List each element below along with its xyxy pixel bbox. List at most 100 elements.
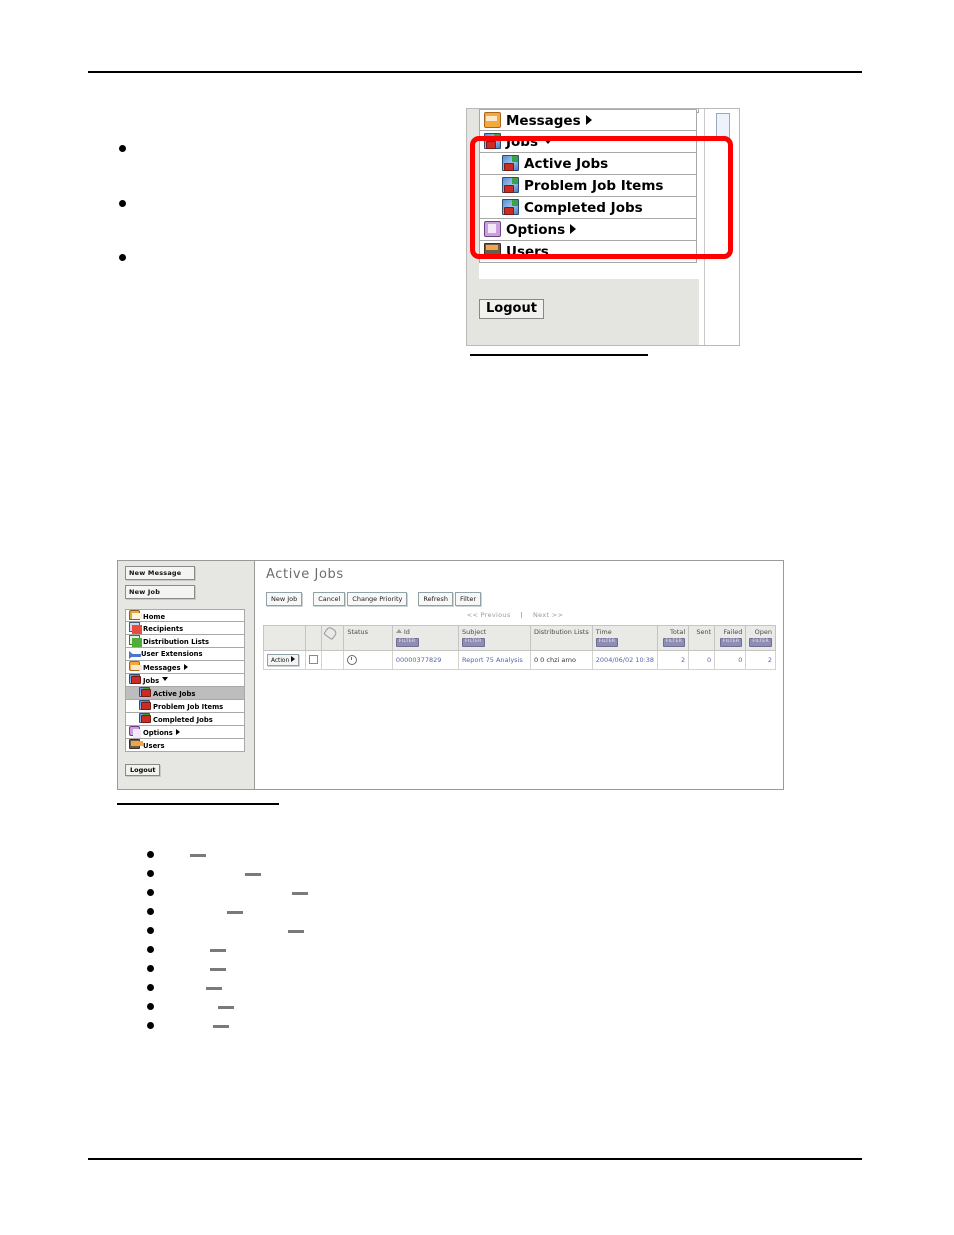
list-item-bullet bbox=[147, 927, 154, 934]
jobs-icon bbox=[139, 713, 151, 723]
sidebar-item-label: Completed Jobs bbox=[524, 200, 643, 216]
change-priority-button[interactable]: Change Priority bbox=[347, 592, 408, 606]
users-icon bbox=[484, 243, 501, 259]
options-icon bbox=[129, 726, 141, 738]
list-item-dash bbox=[210, 949, 226, 952]
action-button[interactable]: Action bbox=[267, 654, 300, 666]
sidebar-item-recipients[interactable]: Recipients bbox=[125, 622, 245, 635]
logout-button[interactable]: Logout bbox=[479, 299, 544, 319]
list-item-bullet bbox=[147, 889, 154, 896]
sidebar-item-active-jobs[interactable]: Active Jobs bbox=[125, 687, 245, 700]
filter-badge[interactable]: FILTER bbox=[749, 638, 772, 647]
list-item-bullet bbox=[119, 145, 126, 152]
chevron-right-icon bbox=[183, 664, 188, 670]
new-job-button[interactable]: New Job bbox=[266, 592, 303, 606]
row-checkbox[interactable] bbox=[309, 655, 319, 664]
list-item-dash bbox=[218, 1006, 234, 1009]
refresh-button[interactable]: Refresh bbox=[418, 592, 453, 606]
chevron-right-icon bbox=[570, 224, 577, 234]
sidebar-item-active-jobs[interactable]: Active Jobs bbox=[479, 153, 697, 175]
sidebar-item-label: Distribution Lists bbox=[143, 638, 210, 646]
filter-badge[interactable]: FILTER bbox=[595, 638, 619, 647]
list-item-dash bbox=[292, 892, 308, 895]
jobs-icon bbox=[129, 674, 141, 684]
logout-button[interactable]: Logout bbox=[125, 764, 161, 776]
filter-button[interactable]: Filter bbox=[454, 592, 482, 606]
chevron-right-icon bbox=[585, 115, 592, 125]
sidebar-item-label: Jobs bbox=[143, 677, 160, 685]
column-time[interactable]: Time FILTER bbox=[591, 625, 659, 651]
filter-badge[interactable]: FILTER bbox=[395, 638, 419, 647]
row-subject-cell[interactable]: Report 75 Analysis bbox=[458, 650, 531, 670]
column-subject[interactable]: Subject FILTER bbox=[458, 625, 531, 651]
sidebar-item-label: Active Jobs bbox=[153, 690, 196, 698]
row-sent-cell: 0 bbox=[688, 650, 716, 670]
document-page: Messages Jobs Active Jobs Problem Job It… bbox=[0, 0, 954, 1235]
sidebar-item-messages[interactable]: Messages bbox=[125, 661, 245, 674]
list-item-bullet bbox=[147, 984, 154, 991]
list-item-bullet bbox=[147, 965, 154, 972]
sidebar-item-label: Options bbox=[143, 729, 173, 737]
column-failed[interactable]: Failed FILTER bbox=[714, 625, 747, 651]
filter-badge[interactable]: FILTER bbox=[719, 638, 743, 647]
sidebar-item-label: Home bbox=[143, 613, 166, 621]
list-item-dash bbox=[206, 987, 222, 990]
sidebar-item-distribution-lists[interactable]: Distribution Lists bbox=[125, 635, 245, 648]
sidebar-item-problem-job-items[interactable]: Problem Job Items bbox=[125, 700, 245, 713]
options-icon bbox=[484, 221, 501, 237]
column-distribution-lists[interactable]: Distribution Lists bbox=[529, 625, 593, 651]
column-label: Failed bbox=[723, 628, 743, 636]
column-attachment[interactable] bbox=[321, 625, 345, 651]
sidebar-item-completed-jobs[interactable]: Completed Jobs bbox=[125, 713, 245, 726]
column-label: Status bbox=[347, 628, 369, 636]
sidebar-item-completed-jobs[interactable]: Completed Jobs bbox=[479, 197, 697, 219]
column-open[interactable]: Open FILTER bbox=[745, 625, 776, 651]
column-id[interactable]: Id FILTER bbox=[391, 625, 460, 651]
column-status[interactable]: Status bbox=[343, 625, 393, 651]
cancel-button[interactable]: Cancel bbox=[313, 592, 346, 606]
column-label: Time bbox=[595, 628, 612, 636]
sidebar-item-users[interactable]: Users bbox=[479, 241, 697, 263]
users-icon bbox=[129, 739, 143, 749]
previous-page-link[interactable]: << Previous bbox=[467, 611, 511, 619]
scrollbar-track[interactable] bbox=[704, 109, 739, 345]
sidebar-item-options[interactable]: Options bbox=[479, 219, 697, 241]
next-page-link[interactable]: Next >> bbox=[533, 611, 563, 619]
figure-jobs-menu: Messages Jobs Active Jobs Problem Job It… bbox=[466, 108, 740, 346]
row-total-cell: 2 bbox=[657, 650, 690, 670]
sidebar-item-label: Active Jobs bbox=[524, 156, 609, 172]
new-message-button[interactable]: New Message bbox=[125, 566, 195, 580]
sidebar-item-options[interactable]: Options bbox=[125, 726, 245, 739]
sidebar-item-users[interactable]: Users bbox=[125, 739, 245, 752]
figure2-content: Active Jobs New Job Cancel Change Priority… bbox=[255, 561, 783, 789]
sidebar-item-problem-job-items[interactable]: Problem Job Items bbox=[479, 175, 697, 197]
filter-badge[interactable]: FILTER bbox=[462, 638, 485, 647]
footer-rule bbox=[88, 1158, 862, 1160]
figure2-sidebar: New Message New Job Home Recipients Dist… bbox=[118, 561, 255, 789]
column-sent[interactable]: Sent bbox=[688, 625, 716, 651]
sidebar-item-label: Recipients bbox=[143, 625, 184, 633]
column-total[interactable]: Total FILTER bbox=[657, 625, 690, 651]
sidebar-item-user-extensions[interactable]: User Extensions bbox=[125, 648, 245, 661]
row-failed-cell: 0 bbox=[714, 650, 747, 670]
sidebar-item-messages[interactable]: Messages bbox=[479, 109, 697, 131]
sidebar-item-jobs[interactable]: Jobs bbox=[479, 131, 697, 153]
row-open-cell: 2 bbox=[745, 650, 776, 670]
toolbar: New Job Cancel Change Priority Refresh Filte… bbox=[266, 586, 483, 606]
filter-badge[interactable]: FILTER bbox=[662, 638, 686, 647]
row-id-cell[interactable]: 00000377829 bbox=[391, 650, 460, 670]
figure-active-jobs: New Message New Job Home Recipients Dist… bbox=[117, 560, 784, 790]
list-item-bullet bbox=[147, 851, 154, 858]
list-item-dash bbox=[190, 854, 206, 857]
figure1-nav-list: Messages Jobs Active Jobs Problem Job It… bbox=[479, 109, 697, 263]
sidebar-item-home[interactable]: Home bbox=[125, 609, 245, 622]
sidebar-item-jobs[interactable]: Jobs bbox=[125, 674, 245, 687]
new-job-button[interactable]: New Job bbox=[125, 585, 195, 599]
column-checkbox bbox=[305, 625, 323, 651]
sidebar-item-label: Completed Jobs bbox=[153, 716, 213, 724]
scrollbar-thumb[interactable] bbox=[716, 113, 730, 141]
column-label: Id bbox=[403, 628, 410, 636]
column-label: Open bbox=[754, 628, 772, 636]
list-item-bullet bbox=[147, 1003, 154, 1010]
recipients-icon bbox=[129, 622, 142, 634]
